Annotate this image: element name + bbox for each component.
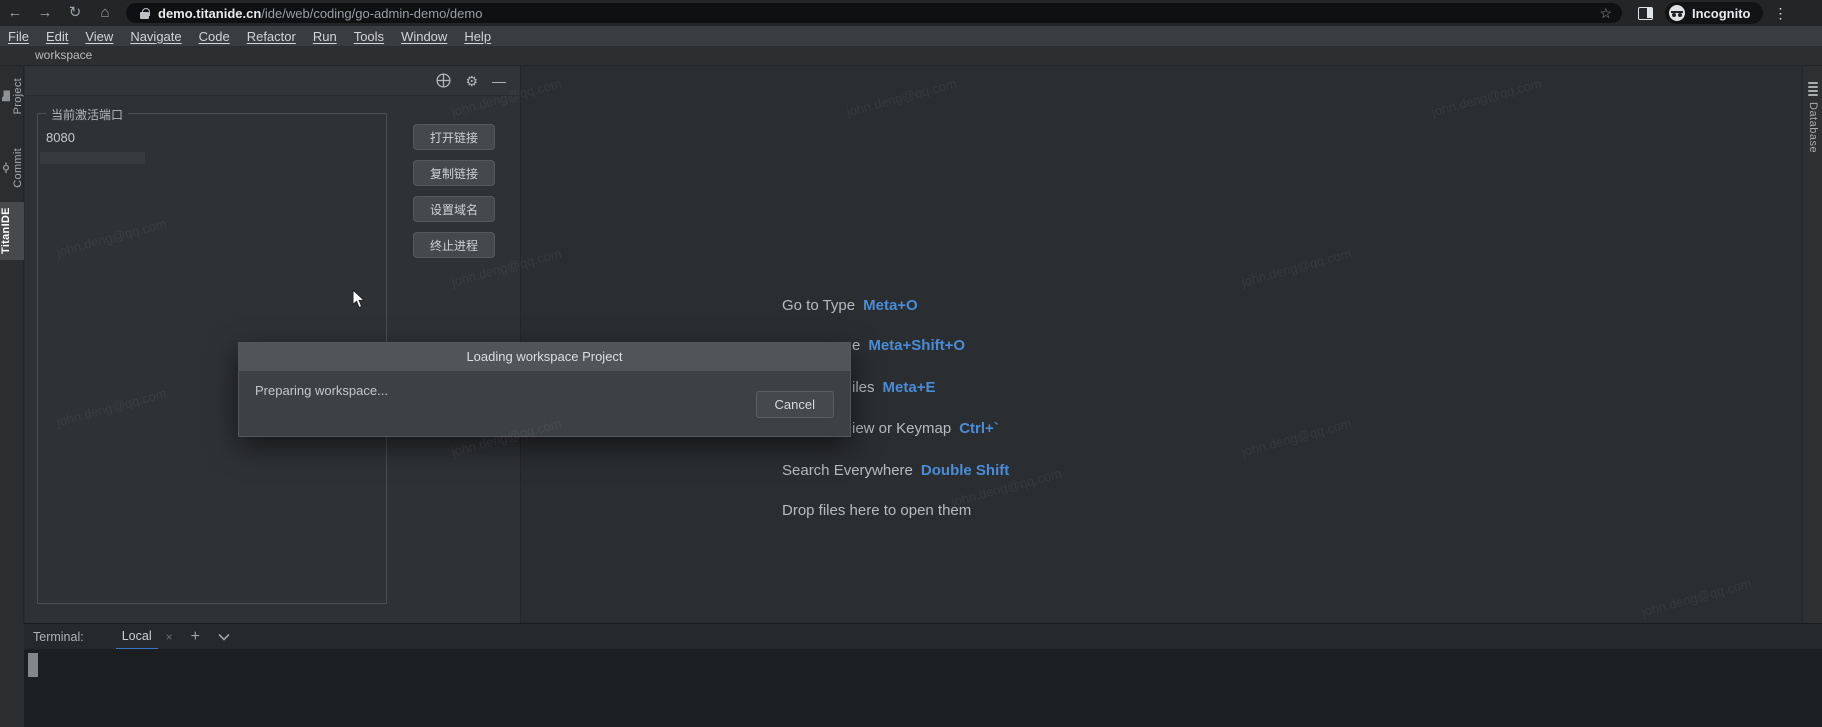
menu-item-navigate[interactable]: Navigate <box>130 29 181 44</box>
shortcut-label: iew or Keymap <box>852 420 951 437</box>
lock-icon <box>140 8 149 19</box>
breadcrumb[interactable]: workspace <box>35 48 92 62</box>
folder-icon <box>1 90 11 102</box>
commit-icon <box>1 162 12 174</box>
close-icon[interactable]: × <box>166 630 173 644</box>
shortcut-hint: Search Everywhere Double Shift <box>782 462 1009 479</box>
globe-icon[interactable] <box>436 73 451 88</box>
menu-item-file[interactable]: File <box>8 29 29 44</box>
menu-item-code[interactable]: Code <box>199 29 230 44</box>
sidebar-item-label: Commit <box>12 148 24 188</box>
sidebar-item-project[interactable]: Project <box>0 72 24 120</box>
sidebar-item-label: Database <box>1807 102 1819 153</box>
ports-box-title: 当前激活端口 <box>46 106 128 123</box>
open-link-button[interactable]: 打开链接 <box>413 124 495 150</box>
right-tool-stripe: Database <box>1802 66 1822 623</box>
shortcut-keys: Meta+E <box>883 379 936 396</box>
terminal-panel: Terminal: Local × + <box>0 623 1822 727</box>
browser-toolbar: ← → ↻ ⌂ demo.titanide.cn /ide/web/coding… <box>0 0 1822 26</box>
terminal-left-strip <box>0 623 24 727</box>
tool-panel-header: ⚙ — <box>25 66 520 96</box>
sidebar-item-label: Project <box>12 78 24 114</box>
minimize-icon[interactable]: — <box>492 74 506 88</box>
terminal-tab-label: Local <box>122 629 152 643</box>
incognito-badge: Incognito <box>1665 2 1763 24</box>
loading-workspace-dialog: Loading workspace Project Preparing work… <box>238 342 851 437</box>
drop-files-hint: Drop files here to open them <box>782 502 971 519</box>
copy-link-button[interactable]: 复制链接 <box>413 160 495 186</box>
incognito-label: Incognito <box>1692 6 1751 21</box>
drop-files-label: Drop files here to open them <box>782 502 971 519</box>
dialog-message: Preparing workspace... <box>255 383 388 398</box>
menu-item-help[interactable]: Help <box>464 29 491 44</box>
menu-item-tools[interactable]: Tools <box>354 29 384 44</box>
menu-item-edit[interactable]: Edit <box>46 29 68 44</box>
new-terminal-icon[interactable]: + <box>191 628 200 646</box>
bookmark-star-icon[interactable]: ☆ <box>1599 5 1612 22</box>
sidebar-item-titanide[interactable]: TitanIDE <box>0 202 24 260</box>
shortcut-hint: e Meta+Shift+O <box>852 337 965 354</box>
shortcut-label: Search Everywhere <box>782 462 913 479</box>
terminal-output[interactable] <box>24 649 1822 727</box>
navigation-bar: workspace <box>0 46 1822 66</box>
shortcut-hint: Go to Type Meta+O <box>782 297 918 314</box>
terminal-tab-local[interactable]: Local <box>116 624 158 650</box>
terminal-label: Terminal: <box>33 630 84 644</box>
shortcut-keys: Ctrl+` <box>959 420 999 437</box>
menu-item-refactor[interactable]: Refactor <box>247 29 296 44</box>
shortcut-keys: Meta+O <box>863 297 918 314</box>
address-bar[interactable]: demo.titanide.cn /ide/web/coding/go-admi… <box>126 3 1622 23</box>
home-icon[interactable]: ⌂ <box>90 0 120 26</box>
mouse-cursor <box>352 289 367 314</box>
set-domain-button[interactable]: 设置域名 <box>413 196 495 222</box>
chevron-down-icon[interactable] <box>218 633 230 641</box>
port-list-item[interactable]: 8080 <box>46 130 75 145</box>
dialog-title: Loading workspace Project <box>239 343 850 371</box>
ide-menu-bar: File Edit View Navigate Code Refactor Ru… <box>0 26 1822 46</box>
port-actions: 打开链接 复制链接 设置域名 终止进程 <box>413 124 495 258</box>
terminal-tab-bar: Terminal: Local × + <box>24 623 1822 649</box>
shortcut-keys: Meta+Shift+O <box>868 337 965 354</box>
incognito-spy-icon <box>1669 5 1685 21</box>
shortcut-keys: Double Shift <box>921 462 1009 479</box>
left-tool-stripe: Project Commit TitanIDE <box>0 66 24 623</box>
forward-icon[interactable]: → <box>30 0 60 26</box>
sidebar-item-label: TitanIDE <box>0 208 12 255</box>
gear-icon[interactable]: ⚙ <box>465 74 478 88</box>
menu-item-window[interactable]: Window <box>401 29 447 44</box>
sidebar-item-database[interactable]: Database <box>1803 82 1822 153</box>
url-domain: demo.titanide.cn <box>158 6 261 21</box>
url-path: /ide/web/coding/go-admin-demo/demo <box>261 6 482 21</box>
menu-item-view[interactable]: View <box>85 29 113 44</box>
shortcut-hint: iles Meta+E <box>852 379 935 396</box>
kill-process-button[interactable]: 终止进程 <box>413 232 495 258</box>
reload-icon[interactable]: ↻ <box>60 0 90 26</box>
shortcut-label: Go to Type <box>782 297 855 314</box>
menu-item-run[interactable]: Run <box>313 29 337 44</box>
shortcut-label: iles <box>852 379 875 396</box>
back-icon[interactable]: ← <box>0 0 30 26</box>
cancel-button[interactable]: Cancel <box>756 391 834 418</box>
side-panel-icon[interactable] <box>1638 7 1653 20</box>
browser-menu-icon[interactable]: ⋮ <box>1769 5 1793 22</box>
app-root: ← → ↻ ⌂ demo.titanide.cn /ide/web/coding… <box>0 0 1822 727</box>
database-icon <box>1808 82 1818 96</box>
terminal-cursor <box>28 653 38 677</box>
sidebar-item-commit[interactable]: Commit <box>0 142 24 194</box>
shortcut-label: e <box>852 337 860 354</box>
port-row-highlight <box>40 152 145 164</box>
shortcut-hint: iew or Keymap Ctrl+` <box>852 420 999 437</box>
